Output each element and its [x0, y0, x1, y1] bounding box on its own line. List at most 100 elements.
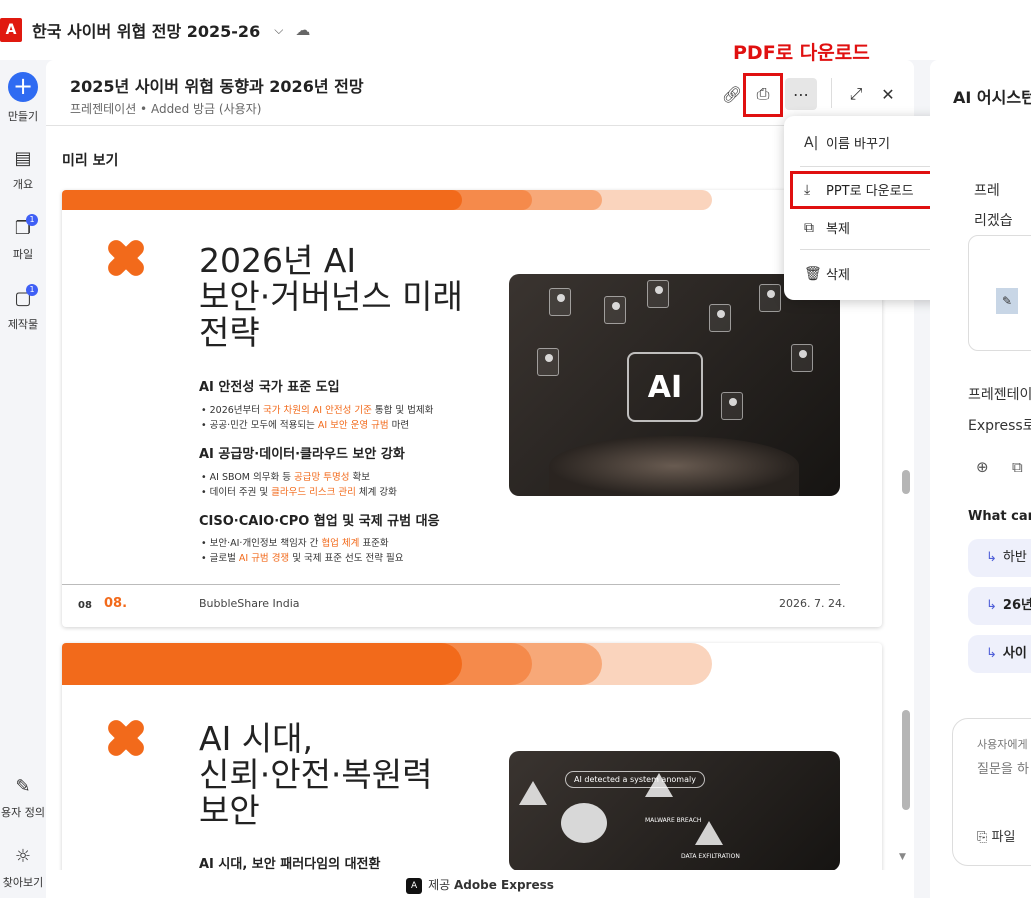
- rail-files[interactable]: ❐ 1 파일: [0, 214, 46, 262]
- suggestions-heading: What can: [968, 509, 1031, 524]
- anomaly-bubble: AI detected a system anomaly: [565, 771, 705, 788]
- rail-explore-label: 찾아보기: [2, 876, 44, 889]
- header-divider: [831, 78, 832, 108]
- lightbulb-icon: ☼: [14, 846, 32, 867]
- slide-band: [62, 190, 462, 210]
- face-chip: [791, 344, 813, 372]
- ppt-download-highlight: [790, 171, 942, 209]
- footer-provider: 제공: [428, 878, 451, 892]
- arrow-icon: ↳: [986, 598, 997, 613]
- overview-icon: ▤: [14, 148, 32, 169]
- assistant-message-line: 프레: [974, 183, 1000, 199]
- rail-create[interactable]: + 만들기: [0, 72, 46, 124]
- top-bar: A 한국 사이버 위협 전망 2025-26 ⌵ ☁: [0, 0, 1031, 60]
- menu-item-rename[interactable]: A| 이름 바꾸기: [804, 133, 890, 153]
- duplicate-icon: ⧉: [804, 219, 814, 236]
- slide-card-1[interactable]: 2026년 AI 보안·거버넌스 미래 전략 AI 안전성 국가 표준 도입 •…: [62, 190, 882, 627]
- slide-organization: BubbleShare India: [199, 597, 300, 610]
- bullet: • 공공·민간 모두에 적용되는 AI 보안 운영 규범 마련: [201, 420, 410, 431]
- bullet: • 데이터 주권 및 클라우드 리스크 관리 체계 강화: [201, 487, 397, 498]
- rail-files-label: 파일: [12, 248, 34, 261]
- face-chip: [721, 392, 743, 420]
- footer-bar: A 제공 Adobe Express: [46, 870, 914, 898]
- expand-button[interactable]: ⤢: [840, 78, 872, 110]
- attach-file-button[interactable]: ⎘ 파일: [977, 826, 1015, 845]
- main-subtitle: 프레젠테이션 • Added 방금 (사용자): [70, 102, 262, 116]
- more-options-button[interactable]: ⋯: [785, 78, 817, 110]
- ai-chip-graphic: AI: [627, 352, 703, 422]
- expand-icon: ⤢: [849, 84, 863, 103]
- close-button[interactable]: ✕: [872, 78, 904, 110]
- rail-overview[interactable]: ▤ 개요: [0, 148, 46, 192]
- menu-delete-label: 삭제: [826, 268, 850, 283]
- menu-rename-label: 이름 바꾸기: [826, 137, 890, 152]
- menu-duplicate-label: 복제: [826, 222, 850, 237]
- acrobat-logo-icon: A: [0, 18, 22, 42]
- x-logo-icon: [106, 718, 146, 758]
- warning-icon: [695, 821, 723, 845]
- slide-image-robot: AI detected a system anomaly MALWARE BRE…: [509, 751, 840, 871]
- bullet: • AI SBOM 의무화 등 공급망 투명성 확보: [201, 472, 370, 483]
- section-title: CISO·CAIO·CPO 협업 및 국제 규범 대응: [199, 514, 440, 529]
- section-title: AI 공급망·데이터·클라우드 보안 강화: [199, 447, 405, 462]
- outputs-icon: ▢: [14, 288, 32, 309]
- bullet: • 글로벌 AI 규범 경쟁 및 국제 표준 선도 전략 필요: [201, 553, 404, 564]
- outputs-badge: 1: [26, 284, 38, 296]
- face-chip: [537, 348, 559, 376]
- scrollbar-thumb-small[interactable]: [902, 470, 910, 494]
- copy-icon[interactable]: ⧉: [1012, 458, 1023, 476]
- files-icon: ❐: [14, 218, 32, 239]
- rail-customize-label: 용자 정의: [1, 806, 45, 819]
- main-title: 2025년 사이버 위협 동향과 2026년 전망: [70, 77, 364, 96]
- warning-icon: [645, 773, 673, 797]
- scroll-down-arrow-icon[interactable]: ▼: [899, 852, 906, 862]
- close-icon: ✕: [881, 84, 895, 104]
- face-chip: [709, 304, 731, 332]
- left-rail: + 만들기 ▤ 개요 ❐ 1 파일 ▢ 1 제작물 ✎ 용자 정의 ☼ 찾아보기: [0, 60, 46, 898]
- menu-item-duplicate[interactable]: ⧉ 복제: [804, 218, 850, 238]
- rail-outputs-label: 제작물: [7, 318, 39, 331]
- bullet: • 보안·AI·개인정보 책임자 간 협업 체계 표준화: [201, 538, 389, 549]
- section-title: AI 안전성 국가 표준 도입: [199, 380, 340, 395]
- adobe-express-logo-icon: A: [406, 877, 423, 894]
- presentation-icon: ✎: [996, 288, 1018, 314]
- chevron-down-icon[interactable]: ⌵: [274, 23, 283, 38]
- cloud-icon[interactable]: ☁: [295, 21, 310, 39]
- warning-label: DATA EXFILTRATION: [681, 853, 740, 860]
- slide-card-2[interactable]: AI 시대, 신뢰·안전·복원력 보안 AI 시대, 보안 패러다임의 대전환 …: [62, 643, 882, 898]
- slide-date: 2026. 7. 24.: [779, 597, 846, 610]
- pdf-annotation-label: PDF로 다운로드: [733, 42, 870, 64]
- customize-icon: ✎: [15, 776, 31, 797]
- footer-brand: Adobe Express: [454, 878, 554, 892]
- face-chip: [549, 288, 571, 316]
- suggestion-chip[interactable]: ↳ 하반: [968, 539, 1031, 577]
- menu-item-delete[interactable]: 🗑︎ 삭제: [804, 264, 850, 284]
- chat-input-hint: 사용자에게: [977, 738, 1028, 751]
- slide-image-ai-hands: AI: [509, 274, 840, 496]
- add-icon[interactable]: ⊕: [976, 458, 989, 476]
- rail-overview-label: 개요: [12, 178, 34, 191]
- slide-heading: AI 시대, 신뢰·안전·복원력 보안: [199, 719, 433, 830]
- more-icon: ⋯: [793, 84, 809, 104]
- assistant-title: AI 어시스턴트: [953, 88, 1031, 107]
- x-logo-icon: [106, 238, 146, 278]
- slide-page-small: 08: [78, 600, 92, 611]
- suggestion-chip[interactable]: ↳ 26년: [968, 587, 1031, 625]
- arrow-icon: ↳: [986, 646, 997, 661]
- face-chip: [647, 280, 669, 308]
- face-chip: [759, 284, 781, 312]
- face-chip: [604, 296, 626, 324]
- warning-icon: [519, 781, 547, 805]
- rail-customize[interactable]: ✎ 용자 정의: [0, 776, 46, 820]
- rail-explore[interactable]: ☼ 찾아보기: [0, 846, 46, 890]
- rail-create-label: 만들기: [7, 110, 39, 123]
- rail-outputs[interactable]: ▢ 1 제작물: [0, 284, 46, 332]
- assistant-message-line: 프레젠테이: [968, 387, 1031, 403]
- suggestion-chip[interactable]: ↳ 사이: [968, 635, 1031, 673]
- trash-icon: 🗑︎: [804, 265, 822, 282]
- main-header: 2025년 사이버 위협 동향과 2026년 전망 프레젠테이션 • Added…: [46, 60, 914, 126]
- scrollbar-thumb[interactable]: [902, 710, 910, 810]
- robot-graphic: [561, 803, 607, 843]
- files-badge: 1: [26, 214, 38, 226]
- arrow-icon: ↳: [986, 550, 997, 565]
